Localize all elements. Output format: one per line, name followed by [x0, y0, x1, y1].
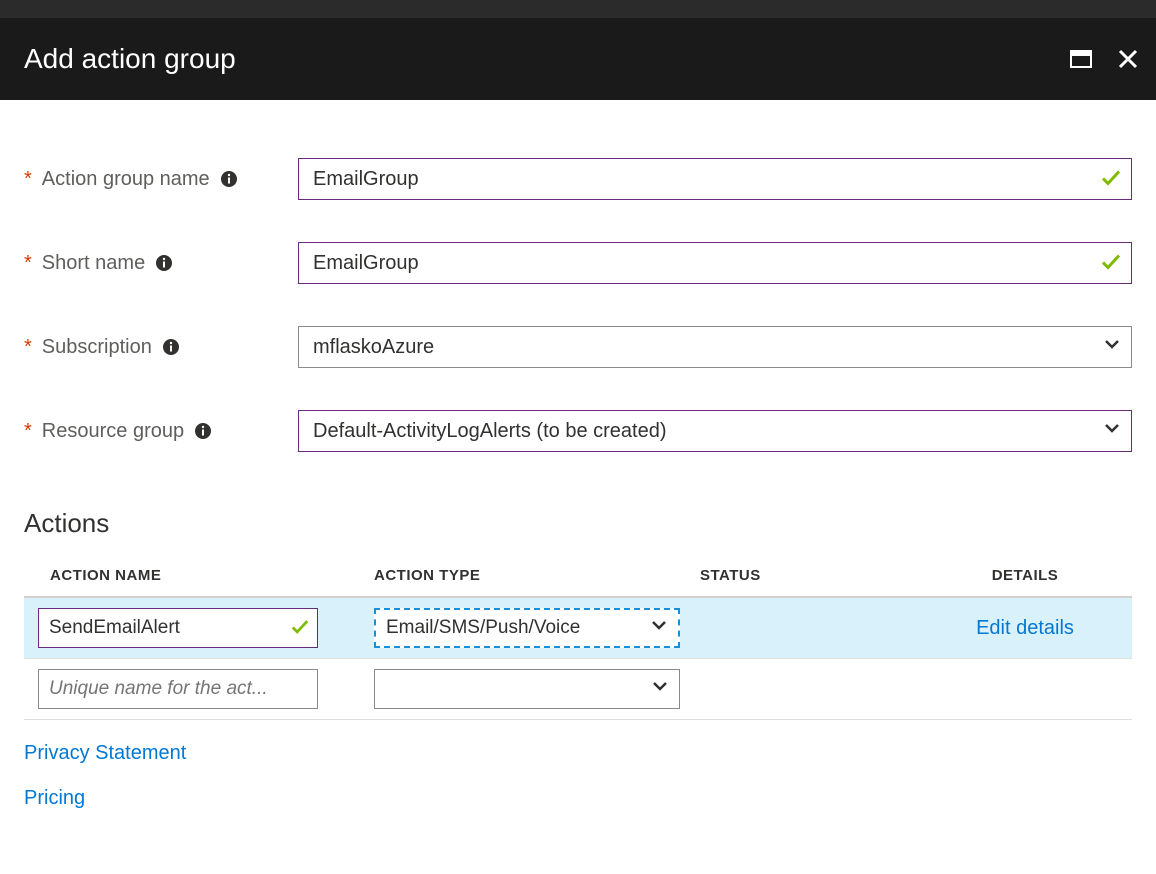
row-action-group-name: * Action group name: [24, 158, 1132, 200]
info-icon[interactable]: [155, 254, 173, 272]
checkmark-icon: [290, 617, 310, 640]
label-action-group-name: * Action group name: [24, 168, 298, 191]
top-stripe: [0, 0, 1156, 18]
chevron-down-icon: [1103, 335, 1121, 359]
info-icon[interactable]: [220, 170, 238, 188]
actions-section-title: Actions: [24, 508, 1132, 539]
required-asterisk: *: [24, 169, 32, 189]
col-status: STATUS: [700, 567, 918, 584]
blade-content: * Action group name * Short name: [0, 100, 1156, 850]
label-text: Subscription: [42, 336, 152, 359]
blade-header: Add action group: [0, 18, 1156, 100]
blade-title: Add action group: [24, 43, 236, 75]
row-short-name: * Short name: [24, 242, 1132, 284]
edit-details-link[interactable]: Edit details: [976, 617, 1074, 640]
select-value: Default-ActivityLogAlerts (to be created…: [313, 420, 667, 443]
required-asterisk: *: [24, 337, 32, 357]
restore-window-icon[interactable]: [1070, 50, 1092, 68]
header-controls: [1070, 49, 1138, 69]
new-action-name-input[interactable]: [38, 669, 318, 709]
info-icon[interactable]: [162, 338, 180, 356]
label-text: Short name: [42, 252, 145, 275]
label-subscription: * Subscription: [24, 336, 298, 359]
info-icon[interactable]: [194, 422, 212, 440]
row-resource-group: * Resource group Default-ActivityLogAler…: [24, 410, 1132, 452]
short-name-input[interactable]: [298, 242, 1132, 284]
subscription-select[interactable]: mflaskoAzure: [298, 326, 1132, 368]
pricing-link[interactable]: Pricing: [24, 787, 1132, 810]
chevron-down-icon: [1103, 419, 1121, 443]
col-details: DETAILS: [918, 567, 1132, 584]
action-group-name-input[interactable]: [298, 158, 1132, 200]
close-icon[interactable]: [1118, 49, 1138, 69]
resource-group-select[interactable]: Default-ActivityLogAlerts (to be created…: [298, 410, 1132, 452]
actions-table: ACTION NAME ACTION TYPE STATUS DETAILS E…: [24, 567, 1132, 720]
action-name-input[interactable]: [38, 608, 318, 648]
row-subscription: * Subscription mflaskoAzure: [24, 326, 1132, 368]
table-row: Email/SMS/Push/Voice Edit details: [24, 598, 1132, 659]
label-short-name: * Short name: [24, 252, 298, 275]
table-row-new: [24, 659, 1132, 720]
checkmark-icon: [1100, 251, 1122, 276]
actions-table-head: ACTION NAME ACTION TYPE STATUS DETAILS: [24, 567, 1132, 598]
privacy-statement-link[interactable]: Privacy Statement: [24, 742, 1132, 765]
footer-links: Privacy Statement Pricing: [24, 742, 1132, 810]
required-asterisk: *: [24, 421, 32, 441]
col-action-name: ACTION NAME: [50, 567, 374, 584]
label-resource-group: * Resource group: [24, 420, 298, 443]
new-action-type-select[interactable]: [374, 669, 680, 709]
select-value: mflaskoAzure: [313, 336, 434, 359]
label-text: Action group name: [42, 168, 210, 191]
action-type-select[interactable]: Email/SMS/Push/Voice: [374, 608, 680, 648]
col-action-type: ACTION TYPE: [374, 567, 700, 584]
checkmark-icon: [1100, 167, 1122, 192]
label-text: Resource group: [42, 420, 184, 443]
chevron-down-icon: [650, 616, 668, 640]
chevron-down-icon: [651, 677, 669, 701]
required-asterisk: *: [24, 253, 32, 273]
select-value: Email/SMS/Push/Voice: [386, 617, 580, 639]
